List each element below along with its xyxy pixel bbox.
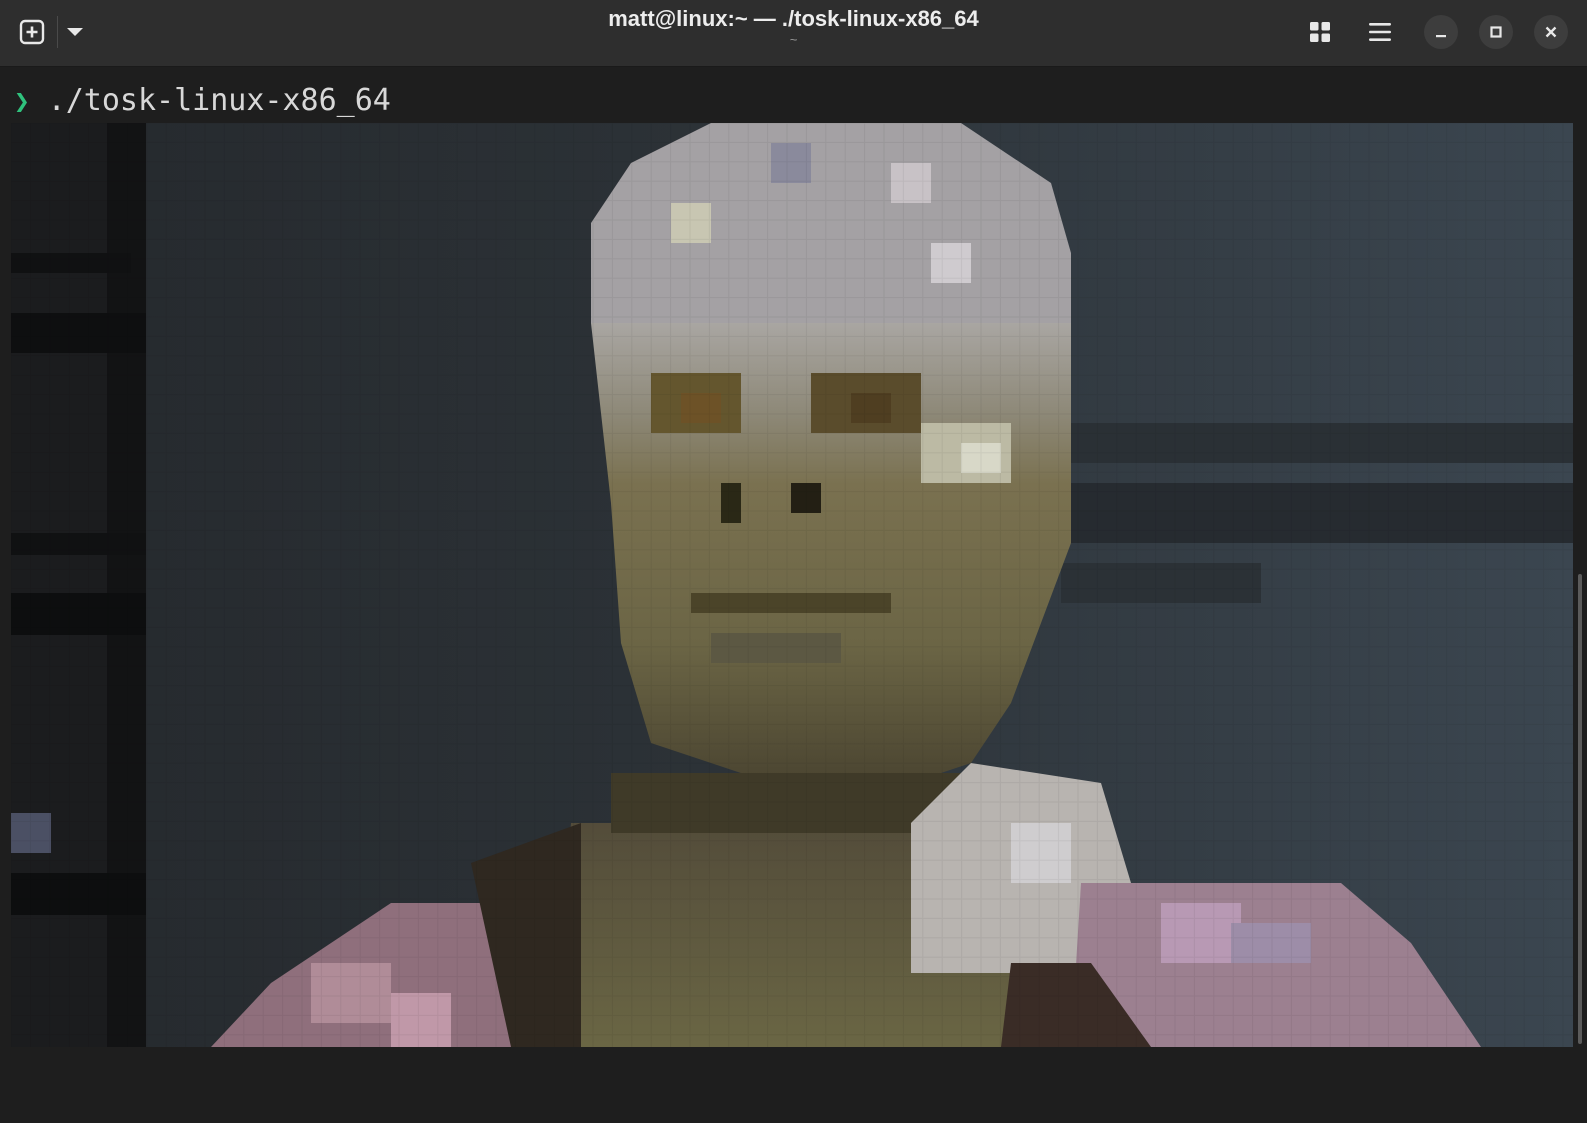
pixelated-video-frame: [11, 123, 1573, 1047]
tab-overview-button[interactable]: [1302, 14, 1338, 50]
window-subtitle: ~: [789, 32, 798, 47]
new-tab-button[interactable]: [12, 14, 52, 50]
window-title: matt@linux:~ — ./tosk-linux-x86_64: [608, 6, 979, 31]
prompt-symbol: ❯: [14, 87, 30, 117]
maximize-button[interactable]: [1479, 15, 1513, 49]
close-icon: [1545, 26, 1557, 38]
maximize-icon: [1490, 26, 1502, 38]
main-menu-button[interactable]: [1362, 14, 1398, 50]
minimize-icon: [1436, 35, 1446, 38]
tab-menu-button[interactable]: [60, 14, 90, 50]
terminal-view[interactable]: ❯ ./tosk-linux-x86_64: [0, 67, 1587, 1123]
plus-square-icon: [19, 19, 45, 45]
minimize-button[interactable]: [1424, 15, 1458, 49]
command-line: ❯ ./tosk-linux-x86_64: [14, 81, 391, 121]
grid-icon: [1310, 22, 1330, 42]
vertical-scrollbar[interactable]: [1578, 574, 1582, 1044]
close-button[interactable]: [1534, 15, 1568, 49]
chevron-down-icon: [67, 28, 83, 36]
header-bar: matt@linux:~ — ./tosk-linux-x86_64 ~: [0, 0, 1587, 67]
pixelated-figure-image: [11, 123, 1573, 1047]
hamburger-icon: [1369, 23, 1391, 41]
terminal-window: matt@linux:~ — ./tosk-linux-x86_64 ~ ❯ .…: [0, 0, 1587, 1123]
button-separator: [57, 16, 58, 48]
window-title-area: matt@linux:~ — ./tosk-linux-x86_64 ~: [400, 4, 1187, 46]
command-text: ./tosk-linux-x86_64: [47, 83, 391, 118]
